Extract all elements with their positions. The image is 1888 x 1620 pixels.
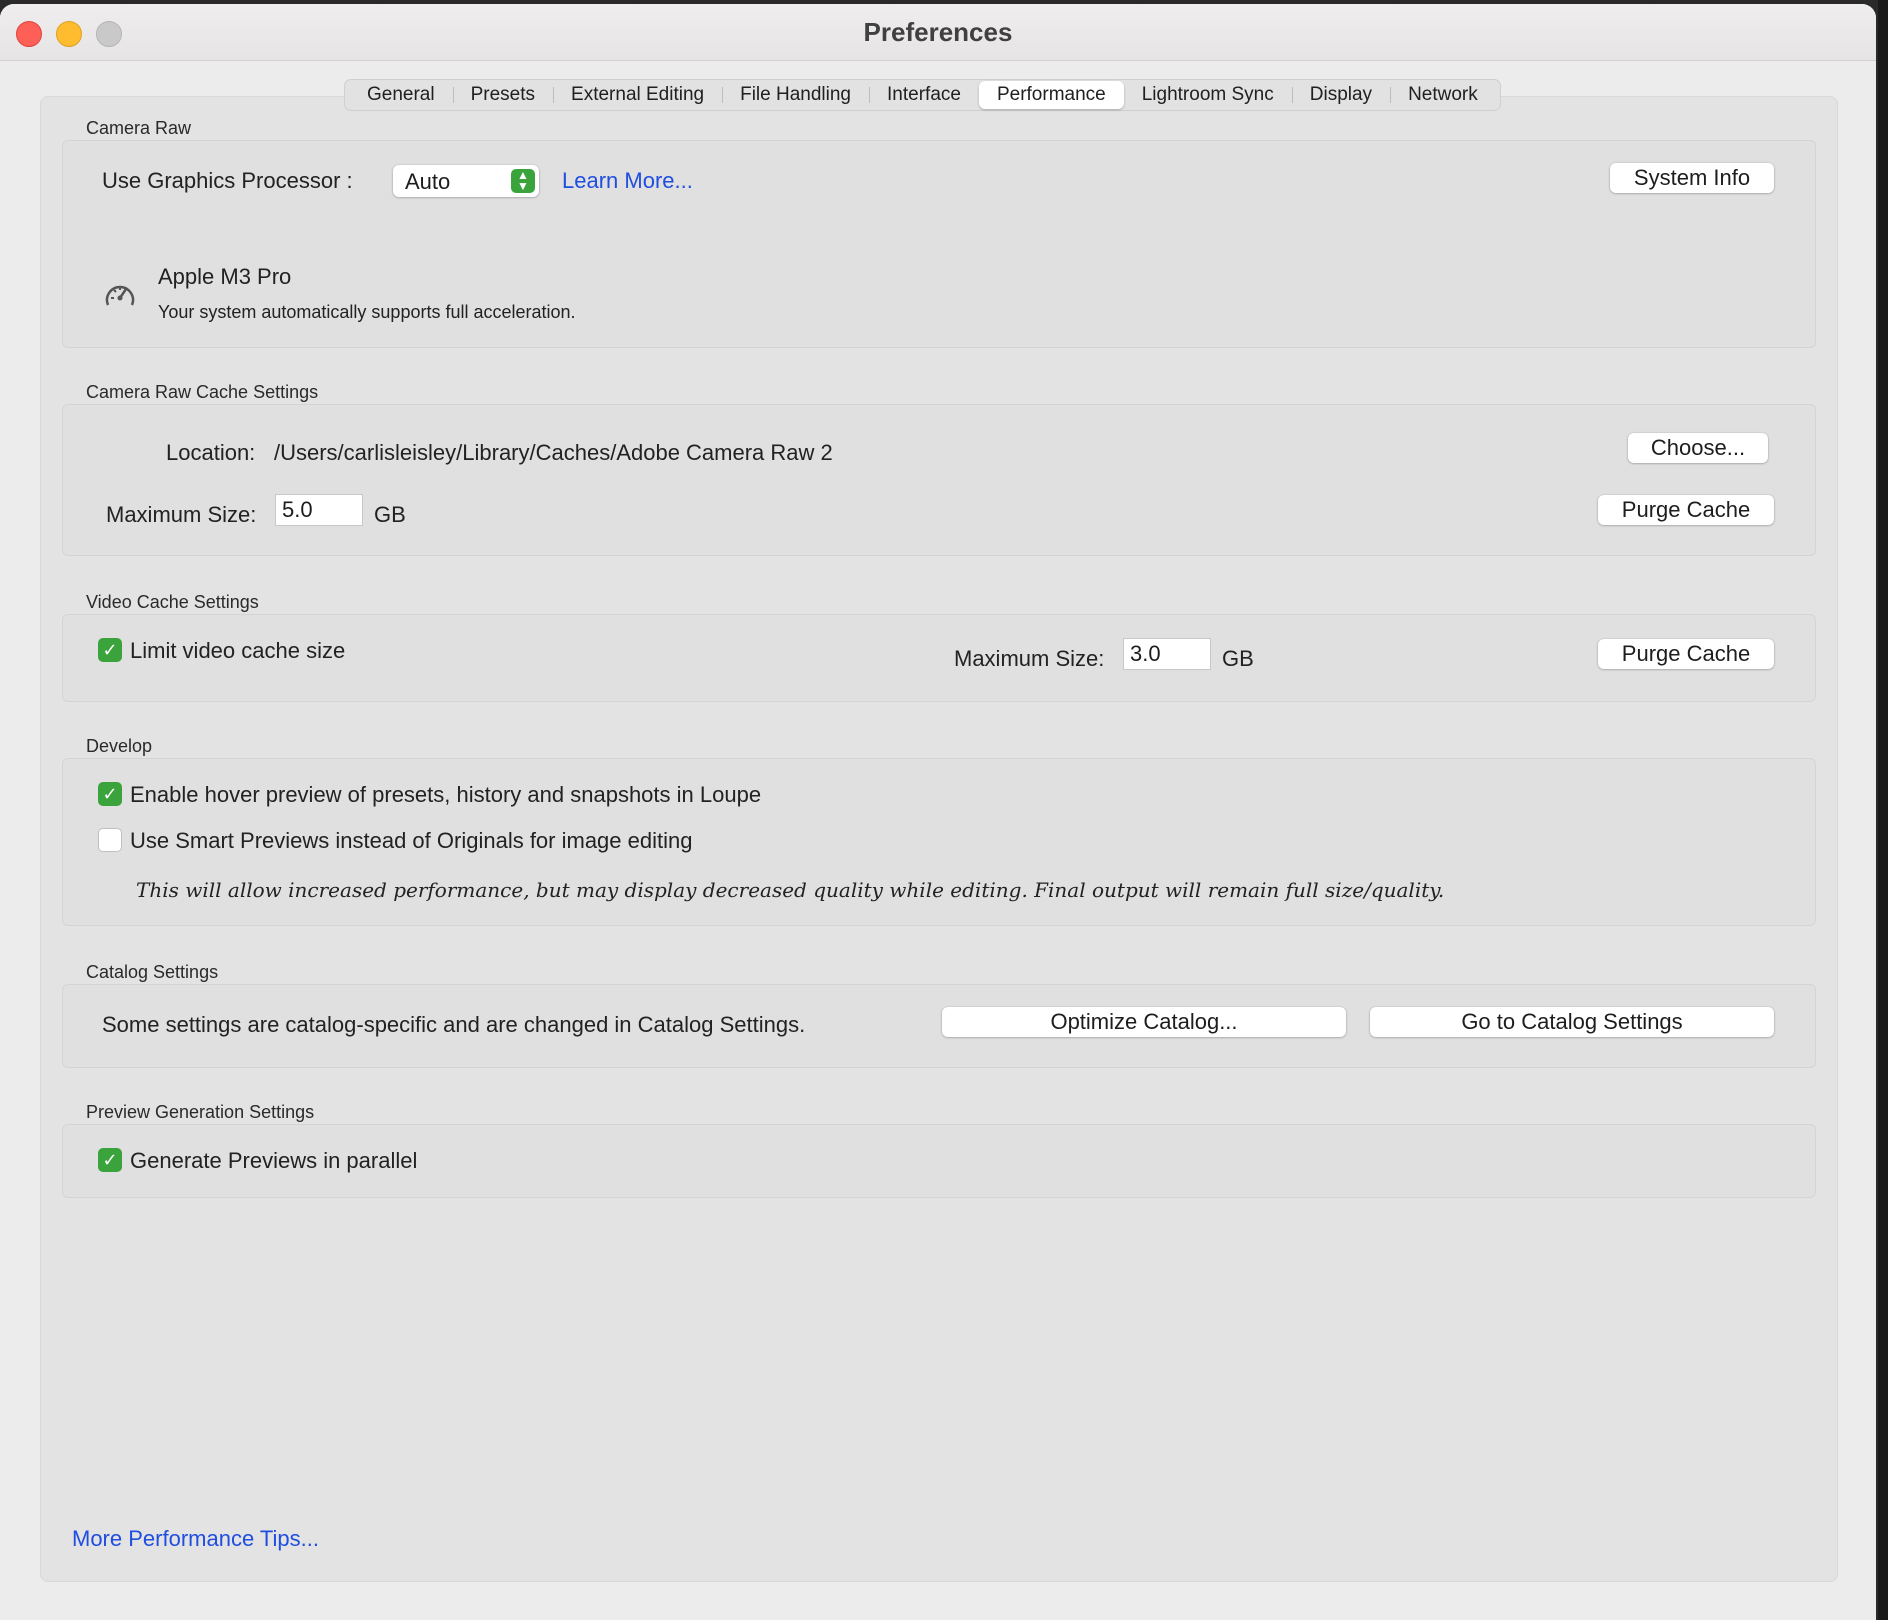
tab-general[interactable]: General: [349, 81, 453, 109]
updown-arrows-icon: ▲ ▼: [511, 169, 535, 193]
title-bar: Preferences: [0, 4, 1876, 61]
cache-settings-label: Camera Raw Cache Settings: [86, 382, 319, 402]
video-cache-label: Video Cache Settings: [86, 592, 259, 612]
video-max-size-label: Maximum Size:: [954, 646, 1105, 671]
tab-bar: General Presets External Editing File Ha…: [344, 79, 1501, 111]
parallel-previews-label: Generate Previews in parallel: [130, 1148, 418, 1173]
go-to-catalog-settings-button[interactable]: Go to Catalog Settings: [1370, 1007, 1774, 1037]
preview-generation-label: Preview Generation Settings: [86, 1102, 315, 1122]
choose-button[interactable]: Choose...: [1628, 433, 1768, 463]
cache-max-size-input[interactable]: [275, 494, 363, 526]
device-name: Apple M3 Pro: [158, 264, 292, 289]
device-status: Your system automatically supports full …: [158, 302, 576, 322]
tab-display[interactable]: Display: [1291, 81, 1390, 109]
cache-unit: GB: [374, 502, 406, 527]
preferences-window: Preferences General Presets External Edi…: [0, 4, 1876, 1620]
optimize-catalog-button[interactable]: Optimize Catalog...: [942, 1007, 1346, 1037]
gpu-select-value: Auto: [405, 169, 451, 194]
location-label: Location:: [166, 440, 256, 465]
hover-preview-checkbox[interactable]: ✓: [98, 782, 122, 806]
video-unit: GB: [1222, 646, 1254, 671]
tab-performance[interactable]: Performance: [978, 81, 1124, 109]
hover-preview-label: Enable hover preview of presets, history…: [130, 782, 762, 807]
location-path: /Users/carlisleisley/Library/Caches/Adob…: [274, 440, 833, 465]
purge-video-cache-button[interactable]: Purge Cache: [1598, 639, 1774, 669]
video-max-size-input[interactable]: [1123, 638, 1211, 670]
gpu-label: Use Graphics Processor :: [102, 168, 353, 193]
tab-interface[interactable]: Interface: [869, 81, 979, 109]
tab-presets[interactable]: Presets: [452, 81, 553, 109]
gauge-icon: [105, 285, 135, 306]
tab-lightroom-sync[interactable]: Lightroom Sync: [1124, 81, 1292, 109]
parallel-previews-checkbox[interactable]: ✓: [98, 1148, 122, 1172]
performance-tips-link[interactable]: More Performance Tips...: [72, 1526, 319, 1552]
camera-raw-label: Camera Raw: [86, 118, 192, 138]
learn-more-link[interactable]: Learn More...: [562, 168, 693, 194]
develop-label: Develop: [86, 736, 153, 756]
desktop-background: [1878, 0, 1888, 1620]
cache-max-size-label: Maximum Size:: [106, 502, 257, 527]
window-title: Preferences: [863, 17, 1013, 47]
cache-settings-box: [62, 404, 1816, 556]
purge-cache-button[interactable]: Purge Cache: [1598, 495, 1774, 525]
catalog-settings-label: Catalog Settings: [86, 962, 219, 982]
tab-external-editing[interactable]: External Editing: [553, 81, 722, 109]
tab-file-handling[interactable]: File Handling: [722, 81, 869, 109]
system-info-button[interactable]: System Info: [1610, 163, 1774, 193]
smart-previews-label: Use Smart Previews instead of Originals …: [130, 828, 693, 853]
smart-previews-note: This will allow increased performance, b…: [136, 878, 1445, 902]
gpu-select[interactable]: Auto ▲ ▼: [393, 165, 539, 197]
limit-video-cache-checkbox[interactable]: ✓: [98, 638, 122, 662]
limit-video-cache-label: Limit video cache size: [130, 638, 346, 663]
tab-network[interactable]: Network: [1390, 81, 1496, 109]
smart-previews-checkbox[interactable]: [98, 828, 122, 852]
catalog-info-text: Some settings are catalog-specific and a…: [102, 1012, 806, 1037]
